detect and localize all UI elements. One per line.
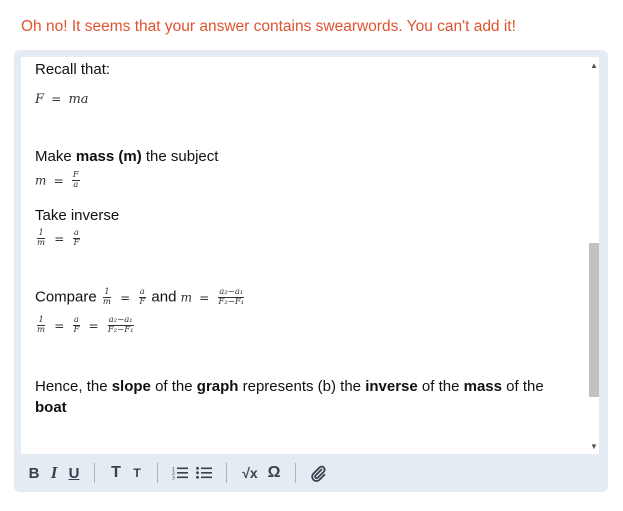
make-bold-mass: mass (m) [75,148,142,165]
scroll-down-arrow-icon[interactable]: ▼ [588,440,600,452]
chain-denominator-1: m [37,325,46,335]
formatting-toolbar: B I U T T 1 2 3 √x Ω [14,454,608,492]
toolbar-divider [226,463,227,483]
formula-chain: 1 m = a F = a₂−a₁ F₂−F₁ [35,316,136,335]
text-large-button[interactable]: T [107,462,125,484]
compare-frac2-denominator: F [139,297,146,307]
chain-denominator-3: F₂−F₁ [107,325,134,335]
take-inverse-line: Take inverse [35,207,120,224]
compare-m: m [180,290,193,305]
formula3-denominator-1: m [37,238,46,248]
hence-text-1: Hence, the [35,378,112,395]
formula-f-equals-ma: F = ma [35,90,89,107]
formula2-fraction: F a [71,171,80,190]
compare-and: and [151,288,177,306]
compare-frac3-denominator: F₂−F₁ [218,297,245,307]
formula2-equals: = [53,173,64,188]
toolbar-divider [295,463,296,483]
hence-slope: slope [111,378,151,395]
hence-text-2: of the [150,378,197,395]
bullet-list-icon[interactable] [194,462,214,484]
symbol-omega-button[interactable]: Ω [265,462,283,484]
paperclip-icon[interactable] [308,462,328,484]
hence-text-5: of the [501,378,544,395]
hence-conclusion: Hence, the slope of the graph represents… [35,376,580,418]
scrollbar-thumb[interactable] [589,243,599,397]
ordered-list-icon-svg: 1 2 3 [172,467,188,481]
toolbar-divider [94,463,95,483]
equation-button[interactable]: √x [239,462,261,484]
formula3-fraction-2: a F [72,229,80,248]
formula-m-equals-f-over-a: m = F a [35,171,81,190]
hence-boat: boat [35,399,67,416]
hence-inverse: inverse [365,378,418,395]
compare-frac1-denominator: m [102,297,111,307]
formula-inverse: 1 m = a F [35,229,81,248]
scroll-up-arrow-icon[interactable]: ▲ [588,59,600,71]
formula2-lhs: m [35,173,47,188]
italic-button[interactable]: I [46,462,62,484]
chain-equals-1: = [54,318,65,333]
formula-equals: = [51,92,62,107]
compare-equals-2: = [199,290,210,305]
compare-fraction-1: 1 m [102,288,112,307]
svg-text:3: 3 [172,476,175,481]
chain-fraction-2: a F [72,316,80,335]
answer-editor: Recall that: F = ma Make mass (m) the su… [14,50,608,492]
make-prefix: Make [35,148,76,165]
hence-text-4: of the [417,378,464,395]
toolbar-divider [157,463,158,483]
hence-mass: mass [463,378,502,395]
hence-text-3: represents (b) the [238,378,366,395]
formula3-denominator-2: F [73,238,80,248]
editor-content-area[interactable]: Recall that: F = ma Make mass (m) the su… [21,57,599,454]
ordered-list-icon[interactable]: 1 2 3 [170,462,190,484]
formula3-fraction-1: 1 m [36,229,46,248]
compare-label: Compare [35,288,97,306]
formula2-denominator: a [73,180,79,190]
compare-equals-1: = [120,290,131,305]
chain-denominator-2: F [73,325,80,335]
bullet-list-icon-svg [196,466,212,479]
paperclip-icon-svg [311,465,326,482]
compare-fraction-2: a F [138,288,146,307]
formula3-equals: = [54,231,65,246]
hence-graph: graph [196,378,239,395]
editor-scrollbar[interactable]: ▲ ▼ [588,57,600,454]
make-suffix: the subject [141,148,219,165]
underline-button[interactable]: U [66,462,82,484]
recall-line: Recall that: [35,61,111,78]
formula-rhs: ma [68,92,89,107]
chain-fraction-3: a₂−a₁ F₂−F₁ [107,316,135,335]
chain-equals-2: = [88,318,99,333]
chain-fraction-1: 1 m [36,316,46,335]
make-subject-line: Make mass (m) the subject [35,148,218,165]
swearwords-error-message: Oh no! It seems that your answer contain… [21,18,516,35]
compare-line: Compare 1 m = a F and m = a₂−a₁ F₂−F₁ [35,288,246,307]
bold-button[interactable]: B [26,462,42,484]
compare-fraction-3: a₂−a₁ F₂−F₁ [217,288,245,307]
text-small-button[interactable]: T [129,462,145,484]
formula-lhs: F [35,92,45,107]
